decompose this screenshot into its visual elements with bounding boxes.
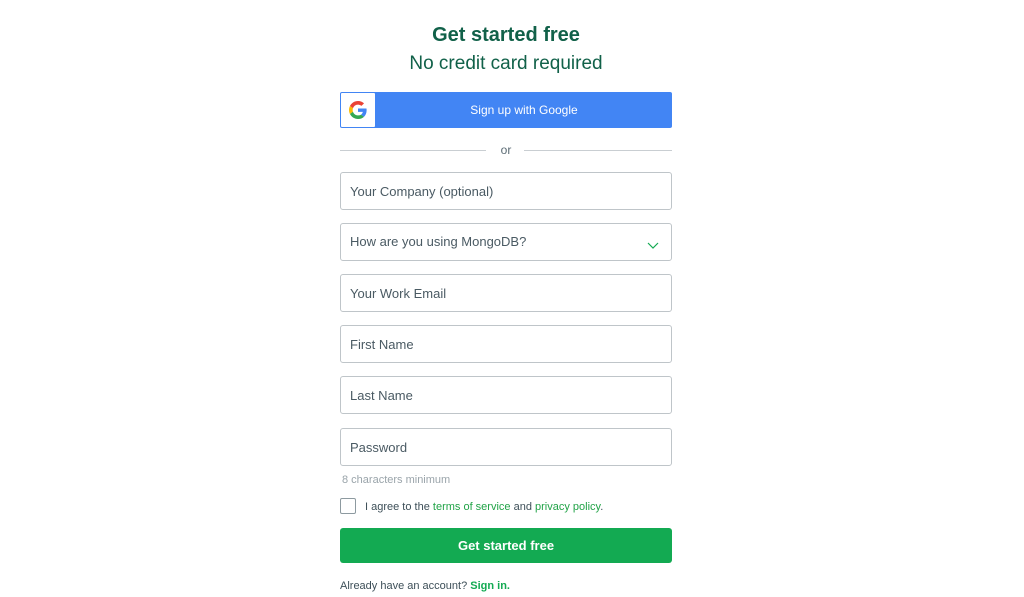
signin-link[interactable]: Sign in. [470,580,510,592]
password-field[interactable] [340,428,672,466]
agree-suffix: . [600,501,604,513]
terms-agreement-text: I agree to the terms of service and priv… [365,499,603,515]
get-started-button[interactable]: Get started free [340,528,672,563]
usage-select[interactable]: How are you using MongoDB? [340,223,672,261]
page-subtitle: No credit card required [409,53,603,74]
email-field[interactable] [340,274,672,312]
terms-checkbox[interactable] [340,498,356,514]
first-name-field[interactable] [340,325,672,363]
last-name-field[interactable] [340,376,672,414]
signin-prefix: Already have an account? [340,580,468,592]
email-input[interactable] [341,275,671,311]
agree-prefix: I agree to the [365,501,430,513]
google-g-icon [341,93,375,127]
password-hint: 8 characters minimum [342,474,451,486]
last-name-input[interactable] [341,377,671,413]
divider-line-right [524,150,672,151]
password-input[interactable] [341,429,671,465]
divider-or-text: or [500,143,512,157]
chevron-down-icon [647,237,659,255]
or-divider: or [340,141,672,159]
google-signup-button[interactable]: Sign up with Google [340,92,672,128]
privacy-policy-link[interactable]: privacy policy [535,501,600,513]
divider-line-left [340,150,486,151]
company-field[interactable] [340,172,672,210]
terms-agreement: I agree to the terms of service and priv… [340,498,672,516]
first-name-input[interactable] [341,326,671,362]
company-input[interactable] [341,173,671,209]
terms-of-service-link[interactable]: terms of service [433,501,511,513]
page-title: Get started free [432,24,580,46]
usage-select-value: How are you using MongoDB? [350,234,527,249]
google-signup-label: Sign up with Google [470,103,578,117]
agree-and: and [513,501,532,513]
signin-prompt: Already have an account? Sign in. [340,578,510,594]
